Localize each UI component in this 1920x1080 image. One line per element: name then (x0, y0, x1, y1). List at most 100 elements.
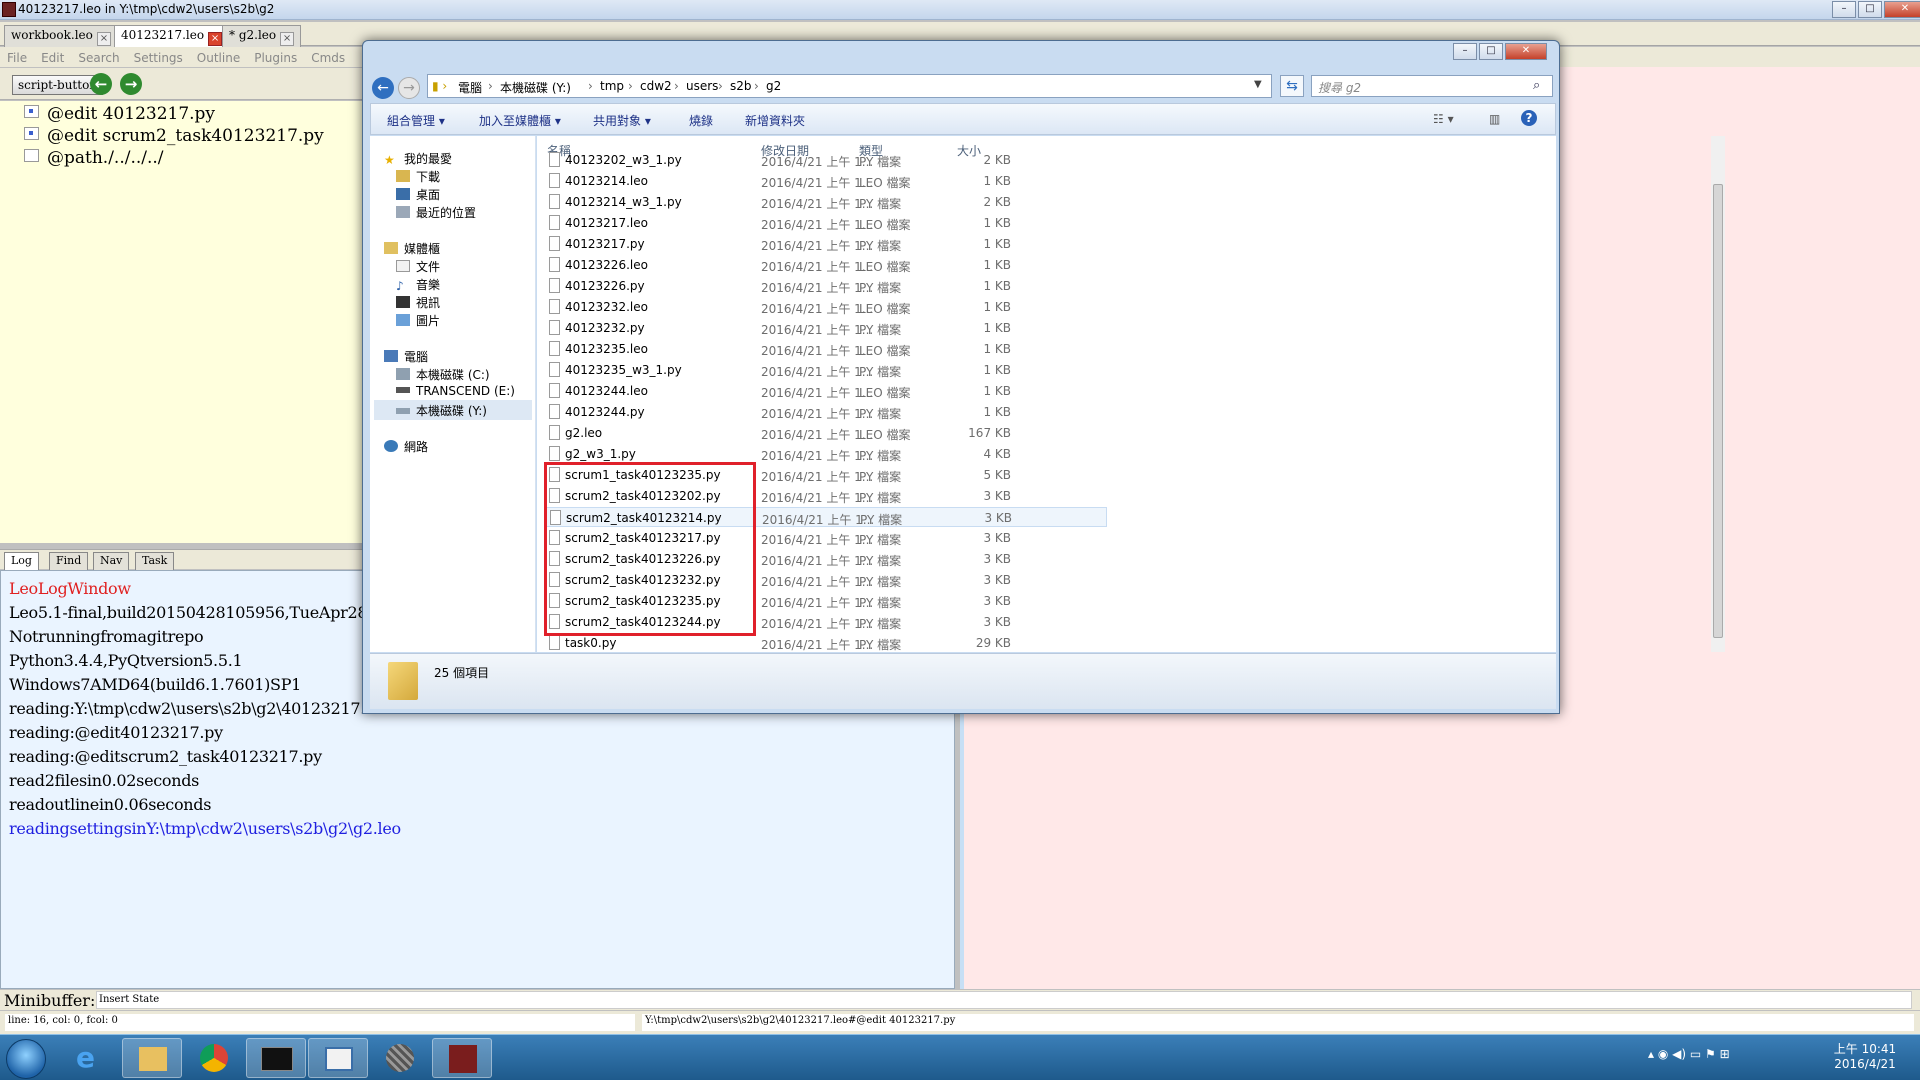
file-row[interactable]: 40123235_w3_1.py 2016/4/21 上午 1... PY 檔案 1 … (545, 360, 1107, 380)
menu-plugins[interactable]: Plugins (247, 49, 304, 67)
new-folder-button[interactable]: 新增資料夾 (745, 112, 805, 129)
preview-pane-icon[interactable]: ▥ (1489, 112, 1500, 126)
minibuffer-input[interactable]: Insert State (96, 991, 1912, 1009)
burn-button[interactable]: 燒錄 (689, 112, 713, 129)
nav-recent[interactable]: 最近的位置 (396, 204, 476, 221)
file-size: 3 KB (983, 594, 1011, 608)
close-tab-icon[interactable]: × (96, 32, 111, 46)
close-tab-icon[interactable]: × (280, 32, 295, 46)
nav-drive-e[interactable]: TRANSCEND (E:) (396, 384, 515, 398)
breadcrumb-item[interactable]: s2b (730, 79, 752, 93)
file-icon (549, 425, 560, 440)
organize-button[interactable]: 組合管理 ▾ (387, 112, 445, 129)
outline-node[interactable]: @edit 40123217.py (24, 104, 215, 126)
file-row[interactable]: 40123217.py 2016/4/21 上午 1... PY 檔案 1 KB (545, 234, 1107, 254)
clock-date[interactable]: 2016/4/21 (1820, 1057, 1910, 1071)
tab-find[interactable]: Find (49, 552, 89, 571)
breadcrumb-item[interactable]: cdw2 (640, 79, 672, 93)
file-name: 40123244.py (565, 405, 645, 419)
ie-taskbar-icon[interactable]: e (60, 1038, 120, 1078)
menu-settings[interactable]: Settings (127, 49, 190, 67)
file-icon (549, 278, 560, 293)
back-arrow-icon[interactable]: ← (90, 73, 112, 95)
forward-arrow-icon[interactable]: → (120, 73, 142, 95)
cmd-taskbar-icon[interactable] (246, 1038, 306, 1078)
scrollbar-thumb[interactable] (1713, 184, 1723, 638)
app-taskbar-icon[interactable] (370, 1038, 430, 1078)
breadcrumb-item[interactable]: users (686, 79, 718, 93)
editor-taskbar-icon[interactable] (308, 1038, 368, 1078)
nav-documents[interactable]: 文件 (396, 258, 440, 275)
minimize-button[interactable]: – (1832, 1, 1856, 18)
forward-arrow-icon[interactable]: → (398, 77, 420, 99)
breadcrumb-item[interactable]: g2 (766, 79, 781, 93)
explorer-taskbar-icon[interactable] (122, 1038, 182, 1078)
view-options-icon[interactable]: ☷ ▾ (1433, 112, 1454, 126)
refresh-icon[interactable]: ⇆ (1280, 75, 1304, 97)
share-with-button[interactable]: 共用對象 ▾ (593, 112, 651, 129)
nav-pictures[interactable]: 圖片 (396, 312, 440, 329)
file-date: 2016/4/21 上午 1... (761, 617, 874, 631)
add-to-library-button[interactable]: 加入至媒體櫃 ▾ (479, 112, 561, 129)
dropdown-arrow-icon[interactable]: ▼ (1254, 79, 1262, 90)
file-row[interactable]: 40123232.py 2016/4/21 上午 1... PY 檔案 1 KB (545, 318, 1107, 338)
file-icon (549, 320, 560, 335)
menu-outline[interactable]: Outline (190, 49, 247, 67)
nav-favorites[interactable]: ★ 我的最愛 (384, 150, 452, 167)
nav-network[interactable]: 網路 (384, 438, 428, 455)
file-type: LEO 檔案 (859, 302, 911, 316)
file-row[interactable]: 40123235.leo 2016/4/21 上午 1... LEO 檔案 1 KB (545, 339, 1107, 359)
nav-videos[interactable]: 視訊 (396, 294, 440, 311)
leo-taskbar-icon[interactable] (432, 1038, 492, 1078)
file-row[interactable]: 40123214.leo 2016/4/21 上午 1... LEO 檔案 1 KB (545, 171, 1107, 191)
menu-search[interactable]: Search (71, 49, 126, 67)
tab-log[interactable]: Log (4, 552, 39, 571)
search-icon[interactable]: ⌕ (1533, 78, 1540, 93)
address-bar[interactable]: ▮ › 電腦 › 本機磁碟 (Y:) › tmp › cdw2 › users … (427, 74, 1272, 98)
breadcrumb-item[interactable]: 本機磁碟 (Y:) (500, 79, 571, 96)
file-row[interactable]: 40123214_w3_1.py 2016/4/21 上午 1... PY 檔案 2 … (545, 192, 1107, 212)
nav-drive-c[interactable]: 本機磁碟 (C:) (396, 366, 490, 383)
vertical-scrollbar[interactable] (1711, 136, 1725, 652)
file-row[interactable]: g2.leo 2016/4/21 上午 1... LEO 檔案 167 KB (545, 423, 1107, 443)
minimize-button[interactable]: – (1453, 43, 1477, 60)
file-row[interactable]: 40123244.leo 2016/4/21 上午 1... LEO 檔案 1 KB (545, 381, 1107, 401)
close-button[interactable]: ✕ (1884, 1, 1920, 18)
file-row[interactable]: 40123217.leo 2016/4/21 上午 1... LEO 檔案 1 KB (545, 213, 1107, 233)
nav-computer[interactable]: 電腦 (384, 348, 428, 365)
menu-file[interactable]: File (0, 49, 34, 67)
back-arrow-icon[interactable]: ← (372, 77, 394, 99)
nav-drive-y[interactable]: 本機磁碟 (Y:) (374, 400, 532, 420)
file-date: 2016/4/21 上午 1... (761, 176, 874, 190)
menu-edit[interactable]: Edit (34, 49, 71, 67)
file-row[interactable]: 40123226.py 2016/4/21 上午 1... PY 檔案 1 KB (545, 276, 1107, 296)
start-button[interactable] (6, 1039, 46, 1079)
chrome-taskbar-icon[interactable] (184, 1038, 244, 1078)
file-row[interactable]: 40123232.leo 2016/4/21 上午 1... LEO 檔案 1 KB (545, 297, 1107, 317)
file-row[interactable]: 40123226.leo 2016/4/21 上午 1... LEO 檔案 1 KB (545, 255, 1107, 275)
tray-icons[interactable]: ▴ ◉ ◀) ▭ ⚑ ⊞ (1648, 1047, 1730, 1061)
file-row[interactable]: g2_w3_1.py 2016/4/21 上午 1... PY 檔案 4 KB (545, 444, 1107, 464)
nav-downloads[interactable]: 下載 (396, 168, 440, 185)
nav-music[interactable]: ♪ 音樂 (396, 276, 440, 293)
close-tab-icon[interactable]: × (208, 32, 223, 46)
file-row[interactable]: 40123244.py 2016/4/21 上午 1... PY 檔案 1 KB (545, 402, 1107, 422)
help-icon[interactable]: ? (1521, 110, 1537, 126)
search-input[interactable]: 搜尋 g2 (1311, 75, 1553, 97)
close-button[interactable]: ✕ (1505, 43, 1547, 60)
nav-desktop[interactable]: 桌面 (396, 186, 440, 203)
file-row[interactable]: 40123202_w3_1.py 2016/4/21 上午 1... PY 檔案 2 … (545, 150, 1107, 170)
outline-node[interactable]: @path./../../../ (24, 148, 164, 170)
file-size: 29 KB (975, 636, 1011, 650)
window-title: 40123217.leo in Y:\tmp\cdw2\users\s2b\g2 (18, 2, 275, 16)
tab-nav[interactable]: Nav (93, 552, 130, 571)
menu-cmds[interactable]: Cmds (304, 49, 352, 67)
maximize-button[interactable]: □ (1479, 43, 1503, 60)
tab-task[interactable]: Task (135, 552, 175, 571)
breadcrumb-item[interactable]: 電腦 (458, 79, 482, 96)
outline-node[interactable]: @edit scrum2_task40123217.py (24, 126, 324, 148)
maximize-button[interactable]: □ (1858, 1, 1882, 18)
clock-time[interactable]: 上午 10:41 (1820, 1040, 1910, 1057)
nav-libraries[interactable]: 媒體櫃 (384, 240, 440, 257)
breadcrumb-item[interactable]: tmp (600, 79, 624, 93)
